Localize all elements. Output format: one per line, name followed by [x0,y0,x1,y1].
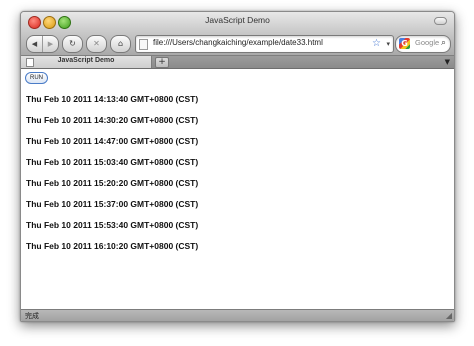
search-placeholder[interactable]: Google [415,38,439,47]
new-tab-button[interactable]: + [155,57,169,68]
resize-grip-icon[interactable]: ◢ [446,311,452,321]
address-url[interactable]: file:///Users/changkaiching/example/date… [153,38,323,47]
search-engine-icon[interactable]: G [399,38,410,49]
page-content: RUN Thu Feb 10 2011 14:13:40 GMT+0800 (C… [21,69,454,310]
magnifier-icon: ⌕ [440,38,446,48]
toolbar-toggle-button[interactable] [434,17,447,25]
title-bar[interactable]: JavaScript Demo [21,12,454,32]
stop-icon: ✕ [93,39,100,48]
tab-bar: JavaScript Demo + ▼ [21,56,454,69]
date-line: Thu Feb 10 2011 14:30:20 GMT+0800 (CST) [26,115,199,125]
reload-icon: ↻ [69,39,76,48]
bookmark-star-icon[interactable]: ☆ [372,37,381,51]
home-icon: ⌂ [117,39,124,48]
forward-arrow-icon: ▶ [47,40,54,48]
search-bar[interactable]: G Google ⌕ [395,35,451,53]
nav-button-group: ◀ ▶ [26,35,59,53]
page-icon [139,39,148,50]
tab-label: JavaScript Demo [57,57,115,64]
browser-window: JavaScript Demo ◀ ▶ ↻ ✕ ⌂ file:///Users/… [20,11,455,322]
status-bar: 完成 ◢ [21,309,454,321]
date-line: Thu Feb 10 2011 14:13:40 GMT+0800 (CST) [26,94,199,104]
date-line: Thu Feb 10 2011 16:10:20 GMT+0800 (CST) [26,241,199,251]
reload-button[interactable]: ↻ [62,35,83,53]
tab-list-menu-icon[interactable]: ▼ [445,56,450,68]
status-text: 完成 [25,313,39,320]
run-button[interactable]: RUN [25,72,48,84]
window-title: JavaScript Demo [205,15,270,25]
date-line: Thu Feb 10 2011 14:47:00 GMT+0800 (CST) [26,136,199,146]
bookmark-dropdown-icon[interactable]: ▾ [386,37,390,51]
back-arrow-icon: ◀ [31,40,38,48]
date-line: Thu Feb 10 2011 15:37:00 GMT+0800 (CST) [26,199,199,209]
date-line: Thu Feb 10 2011 15:20:20 GMT+0800 (CST) [26,178,199,188]
date-line: Thu Feb 10 2011 15:03:40 GMT+0800 (CST) [26,157,199,167]
forward-button[interactable]: ▶ [43,36,58,52]
home-button[interactable]: ⌂ [110,35,131,53]
tab-javascript-demo[interactable]: JavaScript Demo [21,56,152,68]
toolbar: ◀ ▶ ↻ ✕ ⌂ file:///Users/changkaiching/ex… [21,32,454,56]
date-list: Thu Feb 10 2011 14:13:40 GMT+0800 (CST) … [26,93,198,261]
back-button[interactable]: ◀ [27,36,43,52]
date-line: Thu Feb 10 2011 15:53:40 GMT+0800 (CST) [26,220,199,230]
stop-button[interactable]: ✕ [86,35,107,53]
address-bar[interactable]: file:///Users/changkaiching/example/date… [135,35,394,53]
